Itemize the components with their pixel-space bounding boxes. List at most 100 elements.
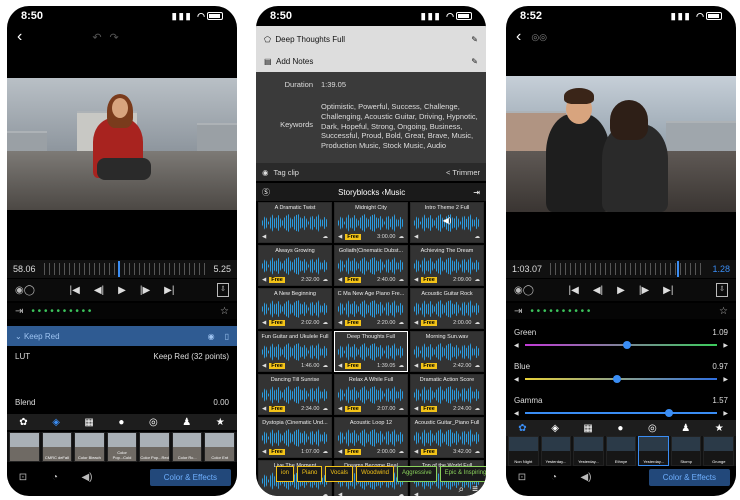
back-icon[interactable]: ‹ — [17, 28, 22, 46]
lens-icon[interactable]: ◎ — [149, 417, 158, 428]
speaker-icon[interactable]: ◀ — [338, 492, 342, 496]
volume-icon[interactable]: ◀) — [71, 472, 103, 483]
thumbnail[interactable]: CMRC deFall — [41, 432, 73, 462]
star-icon[interactable]: ★ — [715, 423, 724, 434]
portrait-icon[interactable]: ♟ — [182, 417, 191, 428]
speaker-icon[interactable]: ◀ — [414, 234, 418, 240]
trimmer-link[interactable]: < Trimmer — [446, 168, 480, 177]
cube-lut-icon[interactable]: ◈ — [52, 417, 60, 428]
tag-clip-label[interactable]: Tag clip — [274, 168, 299, 177]
timeline-scrubber[interactable]: 58.06 5.25 — [7, 260, 237, 278]
cloud-icon[interactable]: ☁ — [323, 492, 329, 496]
thumbnail[interactable]: Stomp — [670, 436, 702, 466]
cloud-icon[interactable]: ☁ — [399, 492, 405, 496]
cloud-icon[interactable]: ☁ — [399, 449, 405, 455]
effect-layer-keep-red[interactable]: ⌄ Keep Red ◉ ▯ — [7, 326, 237, 346]
speaker-icon[interactable]: ◀ — [338, 449, 342, 455]
drop-icon[interactable]: ● — [118, 417, 124, 428]
track-tile[interactable]: Fun Guitar and Ukulele Full ◀ Free 1:46.00 ☁ — [258, 331, 332, 372]
track-tile[interactable]: Relax A While Full ◀ Free 2:07.00 ☁ — [334, 374, 408, 415]
grid-icon[interactable]: ▦ — [583, 423, 592, 434]
loop-icon[interactable]: ◉◯ — [514, 285, 534, 296]
crop-icon[interactable]: ⊡ — [7, 472, 39, 483]
cloud-icon[interactable]: ☁ — [475, 449, 481, 455]
track-tile[interactable]: Dystopia (Cinematic Und... ◀ Free 1:07.00 ☁ — [258, 417, 332, 458]
speaker-icon[interactable]: ◀) — [443, 216, 452, 225]
speaker-icon[interactable]: ◀ — [414, 406, 418, 412]
speaker-icon[interactable]: ◀ — [414, 320, 418, 326]
speaker-icon[interactable]: ◀ — [262, 492, 266, 496]
drop-icon[interactable]: ● — [617, 423, 623, 434]
speed-icon[interactable]: ◔ — [538, 472, 570, 483]
track-tile[interactable]: A Dramatic Twist ◀ ☁ — [258, 202, 332, 243]
star-icon[interactable]: ★ — [216, 417, 225, 428]
speaker-icon[interactable]: ◀ — [262, 234, 266, 240]
speaker-icon[interactable]: ◀ — [338, 406, 342, 412]
speaker-icon[interactable]: ◀ — [414, 363, 418, 369]
track-tile[interactable]: Always Growing ◀ Free 2:32.00 ☁ — [258, 245, 332, 286]
step-forward-icon[interactable]: |▶ — [140, 285, 150, 296]
cloud-icon[interactable]: ☁ — [399, 363, 405, 369]
speaker-icon[interactable]: ◀ — [262, 277, 266, 283]
skip-start-icon[interactable]: |◀ — [70, 285, 80, 296]
view-icons[interactable]: ◎◎ — [531, 32, 547, 43]
favorite-star-icon[interactable]: ☆ — [719, 306, 728, 317]
timeline-ticks[interactable] — [550, 261, 705, 277]
grid-icon[interactable]: ▦ — [84, 417, 93, 428]
cloud-icon[interactable]: ☁ — [399, 320, 405, 326]
color-effects-button[interactable]: Color & Effects — [648, 468, 730, 486]
edit-pencil-icon[interactable]: ✎ — [471, 35, 478, 44]
edit-pencil-icon[interactable]: ✎ — [471, 57, 478, 66]
skip-end-icon[interactable]: ▶| — [663, 285, 673, 296]
library-title[interactable]: Storyblocks ‹Music — [270, 188, 473, 197]
favorite-star-icon[interactable]: ☆ — [220, 306, 229, 317]
cloud-icon[interactable]: ☁ — [475, 320, 481, 326]
playhead[interactable] — [118, 261, 121, 277]
enter-icon[interactable]: ⇥ — [514, 306, 522, 317]
cloud-icon[interactable]: ☁ — [475, 277, 481, 283]
video-preview[interactable] — [7, 78, 237, 210]
thumbnail[interactable]: Grunge — [703, 436, 735, 466]
mood-filter-chip[interactable]: Vocals — [325, 466, 354, 482]
thumbnail[interactable]: Yesterday... — [638, 436, 669, 466]
thumbnail[interactable]: Yesterday... — [540, 436, 572, 466]
mood-filter-chip[interactable]: Woodwind — [356, 466, 394, 482]
cloud-icon[interactable]: ☁ — [399, 234, 405, 240]
decrease-icon[interactable]: ◀ — [514, 342, 519, 349]
export-icon[interactable]: ⇩ — [217, 283, 229, 297]
cloud-icon[interactable]: ☁ — [323, 449, 329, 455]
track-tile[interactable]: A New Beginning ◀ Free 2:02.00 ☁ — [258, 288, 332, 329]
portrait-icon[interactable]: ♟ — [681, 423, 690, 434]
step-back-icon[interactable]: ◀| — [94, 285, 104, 296]
mood-filter-chip[interactable]: ion — [276, 466, 295, 482]
green-knob[interactable] — [622, 341, 631, 349]
thumbnail[interactable] — [9, 432, 40, 462]
thumbnail[interactable]: Ethnye — [605, 436, 637, 466]
skip-end-icon[interactable]: ▶| — [164, 285, 174, 296]
decrease-icon[interactable]: ◀ — [514, 410, 519, 417]
palette-icon[interactable]: ✿ — [518, 423, 526, 434]
speaker-icon[interactable]: ◀ — [414, 277, 418, 283]
tag-clip-icon[interactable]: ◉ — [262, 168, 269, 177]
speaker-icon[interactable]: ◀ — [414, 492, 418, 496]
speed-icon[interactable]: ◔ — [39, 472, 71, 483]
clip-title-row[interactable]: ⬠ Deep Thoughts Full ✎ — [256, 30, 486, 48]
thumbnail[interactable]: Color Rc... — [171, 432, 203, 462]
track-tile[interactable]: Dramatic Action Score ◀ Free 2:24.00 ☁ — [410, 374, 484, 415]
thumbnail[interactable]: Color Pop...Cold — [106, 432, 138, 462]
enter-icon[interactable]: ⇥ — [15, 306, 23, 317]
lut-row[interactable]: LUT Keep Red (32 points) — [7, 352, 237, 361]
track-tile[interactable]: Dancing Till Sunrise ◀ Free 2:34.00 ☁ — [258, 374, 332, 415]
trash-icon[interactable]: ▯ — [225, 332, 229, 341]
blend-row[interactable]: Blend 0.00 — [7, 398, 237, 407]
timeline-ticks[interactable] — [43, 261, 206, 277]
play-icon[interactable]: ▶ — [617, 285, 625, 296]
cloud-icon[interactable]: ☁ — [323, 277, 329, 283]
blue-knob[interactable] — [613, 375, 622, 383]
cloud-icon[interactable]: ☁ — [475, 406, 481, 412]
add-notes-row[interactable]: ▤ Add Notes ✎ — [256, 52, 486, 70]
track-tile[interactable]: Acoustic Guitar_Piano Full ◀ Free 3:42.00 ☁ — [410, 417, 484, 458]
track-tile[interactable]: Acoustic Loop 12 ◀ Free 2:00.00 ☁ — [334, 417, 408, 458]
import-icon[interactable]: ⇥ — [473, 188, 480, 197]
track-tile[interactable]: Intro Theme 2 Full ◀) ◀ ☁ — [410, 202, 484, 243]
